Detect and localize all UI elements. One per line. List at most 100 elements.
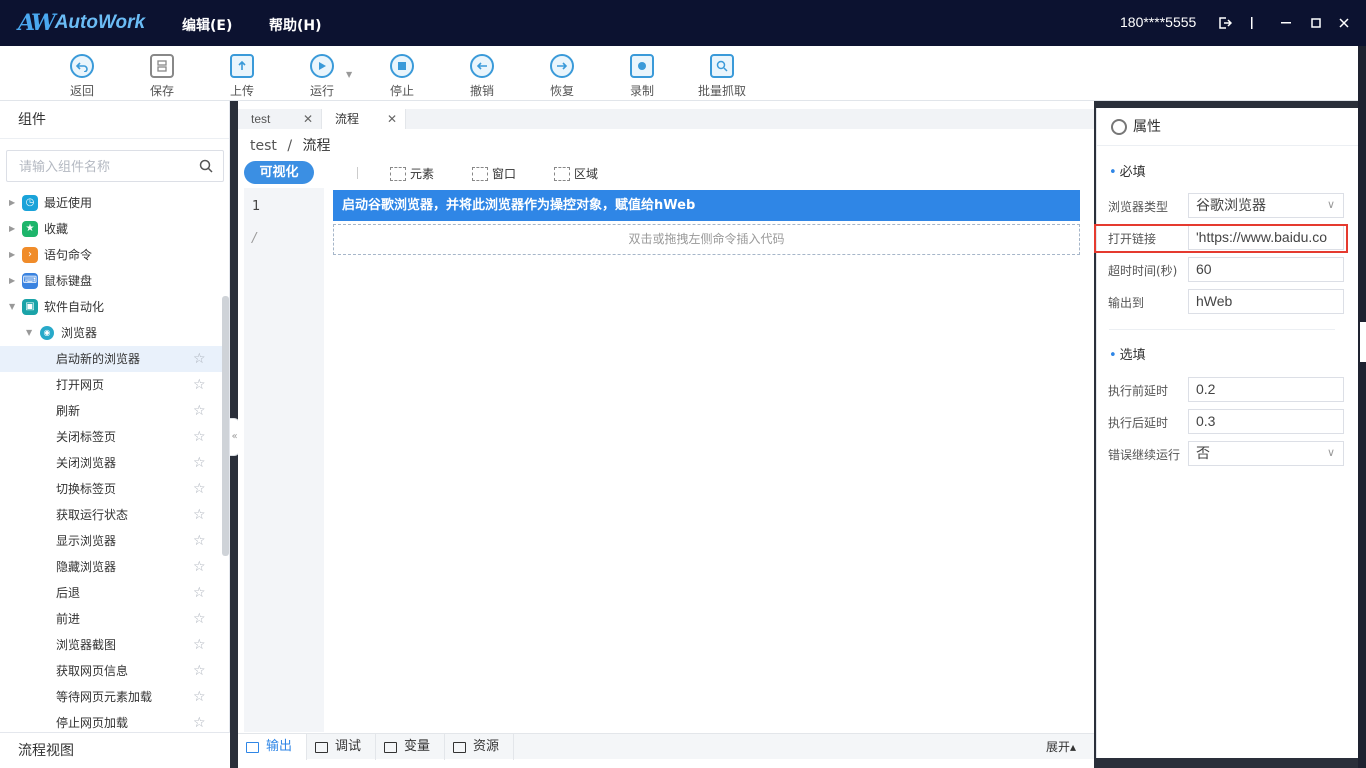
undo-button[interactable]: 撤销 xyxy=(452,54,512,99)
tree-item[interactable]: 显示浏览器 ☆ xyxy=(0,528,222,554)
tab-flow[interactable]: 流程 ✕ xyxy=(322,109,406,129)
tree-category-software-automation[interactable]: ▼ ▣ 软件自动化 xyxy=(0,294,222,320)
upload-label: 上传 xyxy=(229,84,254,98)
tree-item[interactable]: 浏览器截图 ☆ xyxy=(0,632,222,658)
tree-item[interactable]: 后退 ☆ xyxy=(0,580,222,606)
favorite-star-icon[interactable]: ☆ xyxy=(193,476,206,502)
pre-delay-row: 执行前延时 0.2 xyxy=(1097,377,1359,403)
pick-element-button[interactable]: 元素 xyxy=(390,165,434,182)
tree-category-mouse-keyboard[interactable]: ▶ ⌨ 鼠标键盘 xyxy=(0,268,222,294)
expand-arrow-icon[interactable]: ▶ xyxy=(9,190,15,216)
tree-item[interactable]: 打开网页 ☆ xyxy=(0,372,222,398)
continue-on-error-select[interactable]: 否 ∨ xyxy=(1188,441,1344,466)
close-icon[interactable] xyxy=(1334,13,1354,33)
maximize-icon[interactable] xyxy=(1306,13,1326,33)
favorite-star-icon[interactable]: ☆ xyxy=(193,684,206,710)
component-scrollbar[interactable] xyxy=(222,296,229,556)
component-tree: ▶ ◷ 最近使用 ▶ ★ 收藏 ▶ › 语句命令 ▶ ⌨ 鼠标键盘 ▼ ▣ 软件… xyxy=(0,190,222,736)
tree-category-statements[interactable]: ▶ › 语句命令 xyxy=(0,242,222,268)
output-to-input[interactable]: hWeb xyxy=(1188,289,1344,314)
close-tab-icon[interactable]: ✕ xyxy=(303,109,313,129)
tab-variables-label: 变量 xyxy=(404,739,431,754)
tree-item[interactable]: 切换标签页 ☆ xyxy=(0,476,222,502)
separator-icon xyxy=(1242,13,1262,33)
tree-item-label: 前进 xyxy=(56,612,81,626)
collapse-arrow-icon[interactable]: ▼ xyxy=(26,320,32,346)
favorite-star-icon[interactable]: ☆ xyxy=(193,528,206,554)
insert-code-dropzone[interactable]: 双击或拖拽左侧命令插入代码 xyxy=(333,224,1080,255)
tree-category-recent[interactable]: ▶ ◷ 最近使用 xyxy=(0,190,222,216)
account-phone[interactable]: 180****5555 xyxy=(1120,14,1196,30)
close-tab-icon[interactable]: ✕ xyxy=(387,109,397,129)
back-button[interactable]: 返回 xyxy=(52,54,112,99)
favorite-star-icon[interactable]: ☆ xyxy=(193,424,206,450)
menu-help[interactable]: 帮助(H) xyxy=(269,15,322,35)
properties-header: 属性 xyxy=(1097,108,1358,146)
tree-item[interactable]: 关闭标签页 ☆ xyxy=(0,424,222,450)
undo-label: 撤销 xyxy=(469,84,494,98)
expand-arrow-icon[interactable]: ▶ xyxy=(9,268,15,294)
batch-capture-button[interactable]: 批量抓取 xyxy=(692,54,752,99)
upload-button[interactable]: 上传 xyxy=(212,54,272,99)
tree-item[interactable]: 前进 ☆ xyxy=(0,606,222,632)
timeout-label: 超时时间(秒) xyxy=(1108,264,1178,278)
pick-region-button[interactable]: 区域 xyxy=(554,165,598,182)
tab-test[interactable]: test ✕ xyxy=(238,109,322,129)
tree-item[interactable]: 获取网页信息 ☆ xyxy=(0,658,222,684)
optional-section-title: • 选填 xyxy=(1109,348,1146,363)
run-dropdown-icon[interactable]: ▼ xyxy=(346,70,352,79)
favorite-star-icon[interactable]: ☆ xyxy=(193,580,206,606)
save-button[interactable]: 保存 xyxy=(132,54,192,99)
flow-view-tab[interactable]: 流程视图 xyxy=(0,732,230,768)
favorite-star-icon[interactable]: ☆ xyxy=(193,398,206,424)
favorite-star-icon[interactable]: ☆ xyxy=(193,450,206,476)
favorite-star-icon[interactable]: ☆ xyxy=(193,554,206,580)
batch-capture-icon xyxy=(710,54,734,78)
editor-tabs: test ✕ 流程 ✕ xyxy=(238,109,1094,129)
tree-subcategory-browser[interactable]: ▼ ◉ 浏览器 xyxy=(0,320,222,346)
favorite-star-icon[interactable]: ☆ xyxy=(193,502,206,528)
breadcrumb-root[interactable]: test xyxy=(250,138,277,154)
tab-variables[interactable]: 变量 xyxy=(376,734,446,760)
component-search-input[interactable] xyxy=(7,151,187,181)
tab-debug[interactable]: 调试 xyxy=(307,734,377,760)
browser-type-select[interactable]: 谷歌浏览器 ∨ xyxy=(1188,193,1344,218)
favorite-star-icon[interactable]: ☆ xyxy=(193,372,206,398)
tree-item[interactable]: 等待网页元素加载 ☆ xyxy=(0,684,222,710)
tree-item[interactable]: 刷新 ☆ xyxy=(0,398,222,424)
pick-window-button[interactable]: 窗口 xyxy=(472,165,516,182)
logout-icon[interactable] xyxy=(1215,13,1235,33)
window-edge xyxy=(1358,46,1366,768)
favorite-star-icon[interactable]: ☆ xyxy=(193,632,206,658)
visual-mode-button[interactable]: 可视化 xyxy=(244,161,314,184)
code-line-selected[interactable]: 启动谷歌浏览器，并将此浏览器作为操控对象，赋值给hWeb xyxy=(333,190,1080,221)
post-delay-input[interactable]: 0.3 xyxy=(1188,409,1344,434)
collapse-arrow-icon[interactable]: ▼ xyxy=(9,294,15,320)
tree-category-label: 鼠标键盘 xyxy=(44,274,93,288)
tree-item[interactable]: 获取运行状态 ☆ xyxy=(0,502,222,528)
redo-button[interactable]: 恢复 xyxy=(532,54,592,99)
record-button[interactable]: 录制 xyxy=(612,54,672,99)
expand-arrow-icon[interactable]: ▶ xyxy=(9,242,15,268)
run-button[interactable]: 运行 xyxy=(292,54,352,99)
tree-item[interactable]: 隐藏浏览器 ☆ xyxy=(0,554,222,580)
timeout-input[interactable]: 60 xyxy=(1188,257,1344,282)
expand-panel-button[interactable]: 展开▴ xyxy=(1046,734,1076,760)
favorite-star-icon[interactable]: ☆ xyxy=(193,346,206,372)
breadcrumb-current: 流程 xyxy=(302,138,331,154)
tree-item[interactable]: 启动新的浏览器 ☆ xyxy=(0,346,222,372)
pre-delay-input[interactable]: 0.2 xyxy=(1188,377,1344,402)
required-section-title: • 必填 xyxy=(1109,165,1146,180)
menu-edit[interactable]: 编辑(E) xyxy=(182,15,232,35)
tab-resources[interactable]: 资源 xyxy=(445,734,515,760)
favorite-star-icon[interactable]: ☆ xyxy=(193,606,206,632)
tree-category-favorites[interactable]: ▶ ★ 收藏 xyxy=(0,216,222,242)
tab-output[interactable]: 输出 xyxy=(238,734,308,760)
minimize-icon[interactable] xyxy=(1276,13,1296,33)
expand-arrow-icon[interactable]: ▶ xyxy=(9,216,15,242)
search-icon[interactable] xyxy=(199,159,213,173)
component-search[interactable] xyxy=(6,150,224,182)
favorite-star-icon[interactable]: ☆ xyxy=(193,658,206,684)
stop-button[interactable]: 停止 xyxy=(372,54,432,99)
tree-item[interactable]: 关闭浏览器 ☆ xyxy=(0,450,222,476)
